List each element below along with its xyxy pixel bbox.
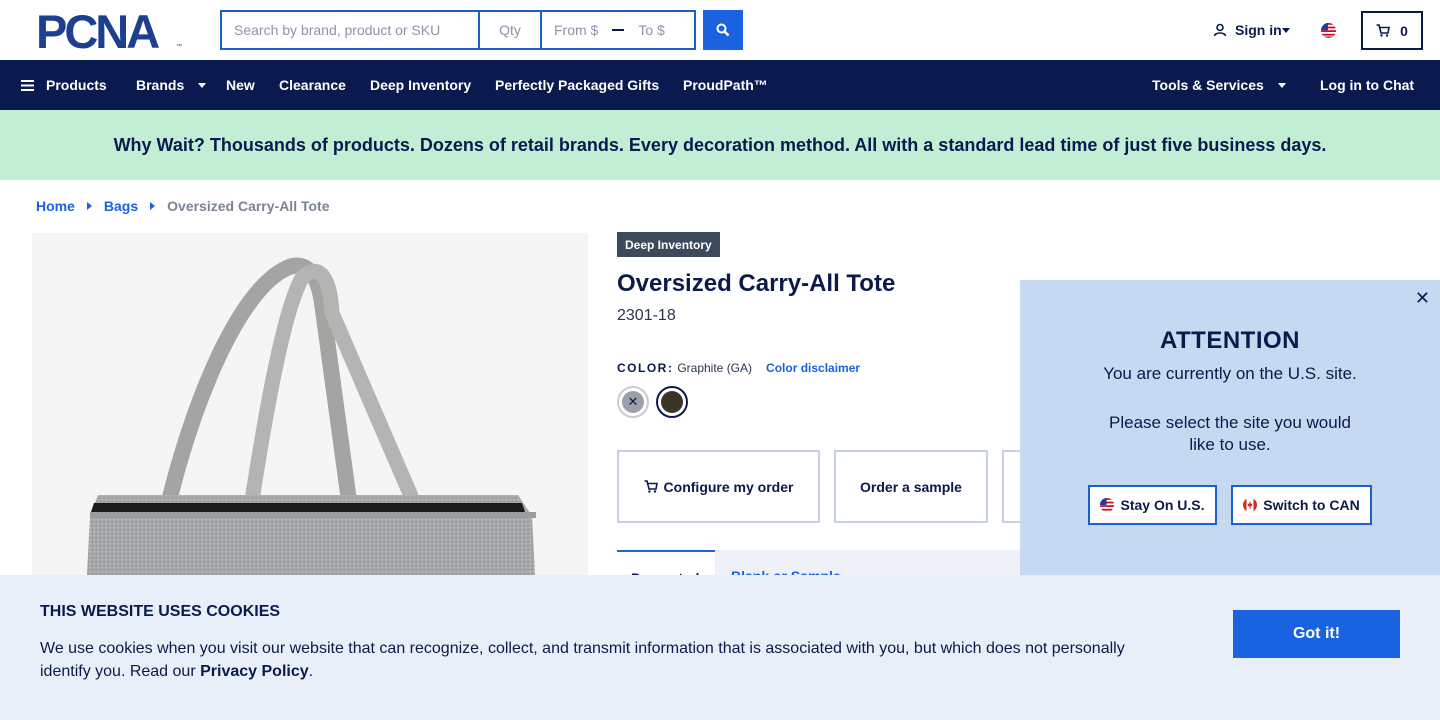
- cart-count: 0: [1400, 22, 1408, 39]
- nav-brands[interactable]: Brands: [136, 60, 207, 110]
- top-bar: PCNA ™ Search by brand, product or SKU Q…: [0, 0, 1440, 60]
- us-flag-icon[interactable]: [1321, 23, 1336, 38]
- cart-button[interactable]: 0: [1361, 11, 1423, 50]
- nav-products[interactable]: Products: [21, 60, 107, 110]
- price-dash: [612, 29, 625, 31]
- product-image[interactable]: [32, 233, 588, 593]
- breadcrumb: Home Bags Oversized Carry-All Tote: [36, 198, 330, 214]
- stay-us-button[interactable]: Stay On U.S.: [1088, 485, 1217, 525]
- main-nav: Products Brands New Clearance Deep Inven…: [0, 60, 1440, 110]
- qty-input[interactable]: Qty: [478, 10, 540, 50]
- search-group: Search by brand, product or SKU Qty From…: [220, 10, 696, 50]
- breadcrumb-bags[interactable]: Bags: [104, 198, 138, 214]
- chevron-down-icon: [1281, 27, 1290, 33]
- promo-banner: Why Wait? Thousands of products. Dozens …: [0, 110, 1440, 180]
- cart-icon: [1376, 24, 1391, 37]
- search-input[interactable]: Search by brand, product or SKU: [220, 10, 478, 50]
- modal-prompt-line1: Please select the site you would: [1109, 413, 1351, 432]
- color-value: Graphite (GA): [677, 361, 753, 375]
- price-from-field[interactable]: From $: [554, 22, 598, 38]
- breadcrumb-home[interactable]: Home: [36, 198, 75, 214]
- color-swatch-unavailable[interactable]: ✕: [617, 386, 649, 418]
- chevron-right-icon: [86, 202, 92, 210]
- search-button[interactable]: [703, 10, 743, 50]
- user-icon: [1213, 23, 1227, 37]
- nav-deep-inventory[interactable]: Deep Inventory: [370, 60, 471, 110]
- chevron-down-icon: [1277, 82, 1286, 88]
- nav-perfectly-packaged-gifts[interactable]: Perfectly Packaged Gifts: [495, 60, 659, 110]
- svg-text:™: ™: [176, 43, 182, 50]
- modal-title: ATTENTION: [1159, 327, 1301, 354]
- canada-flag-icon: [1243, 498, 1258, 512]
- sign-in-button[interactable]: Sign in: [1213, 22, 1290, 38]
- nav-proudpath[interactable]: ProudPath™: [683, 60, 768, 110]
- chevron-down-icon: [198, 82, 207, 88]
- privacy-policy-link[interactable]: Privacy Policy: [200, 663, 309, 680]
- price-to-field[interactable]: To $: [638, 22, 664, 38]
- logo-text: PCNA: [36, 11, 159, 51]
- hamburger-icon: [21, 79, 34, 91]
- cookie-banner: THIS WEBSITE USES COOKIES We use cookies…: [0, 575, 1440, 720]
- cookie-text: We use cookies when you visit our websit…: [40, 640, 1125, 680]
- color-disclaimer-link[interactable]: Color disclaimer: [766, 361, 860, 375]
- close-icon[interactable]: ✕: [1415, 288, 1430, 309]
- product-title: Oversized Carry-All Tote: [617, 270, 896, 297]
- nav-clearance[interactable]: Clearance: [279, 60, 346, 110]
- cart-icon: [644, 480, 658, 493]
- breadcrumb-current: Oversized Carry-All Tote: [167, 198, 330, 214]
- modal-prompt-line2: like to use.: [1189, 435, 1271, 454]
- chevron-right-icon: [150, 202, 156, 210]
- switch-can-button[interactable]: Switch to CAN: [1231, 485, 1372, 525]
- price-range-input[interactable]: From $ To $: [540, 10, 696, 50]
- search-icon: [716, 23, 730, 37]
- site-selection-modal: ✕ ATTENTION You are currently on the U.S…: [1020, 280, 1440, 580]
- nav-tools-services[interactable]: Tools & Services: [1152, 60, 1286, 110]
- color-row: COLOR: Graphite (GA) Color disclaimer: [617, 361, 860, 375]
- nav-chat-login[interactable]: Log in to Chat: [1320, 60, 1414, 110]
- order-sample-button[interactable]: Order a sample: [834, 450, 988, 523]
- accept-cookies-button[interactable]: Got it!: [1233, 610, 1400, 658]
- pcna-logo[interactable]: PCNA ™: [36, 5, 184, 58]
- modal-current-site: You are currently on the U.S. site.: [1103, 364, 1357, 383]
- product-sku: 2301-18: [617, 307, 676, 324]
- nav-new[interactable]: New: [226, 60, 255, 110]
- cookie-title: THIS WEBSITE USES COOKIES: [40, 603, 281, 620]
- deep-inventory-badge: Deep Inventory: [617, 232, 720, 257]
- color-swatch-graphite[interactable]: [656, 386, 688, 418]
- configure-order-button[interactable]: Configure my order: [617, 450, 820, 523]
- us-flag-icon: [1100, 498, 1115, 512]
- color-label: COLOR:: [617, 361, 674, 375]
- close-icon: ✕: [627, 394, 639, 409]
